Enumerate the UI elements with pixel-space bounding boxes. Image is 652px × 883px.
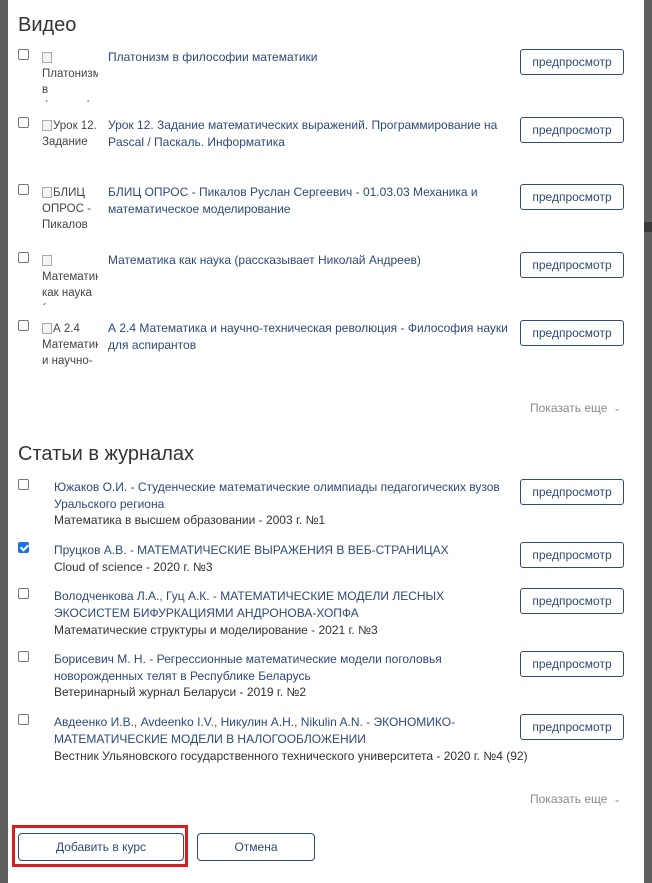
- video-title[interactable]: А 2.4 Математика и научно-техническая ре…: [108, 320, 513, 354]
- preview-button[interactable]: предпросмотр: [520, 184, 624, 210]
- video-thumbnail: Урок 12. Задание: [42, 118, 98, 170]
- video-checkbox[interactable]: [18, 252, 29, 263]
- chevron-down-icon: ⌄: [613, 403, 621, 413]
- preview-button[interactable]: предпросмотр: [520, 651, 624, 677]
- video-title[interactable]: Платонизм в философии математики: [108, 49, 513, 66]
- preview-button[interactable]: предпросмотр: [520, 714, 624, 740]
- preview-button[interactable]: предпросмотр: [520, 252, 624, 278]
- video-show-more[interactable]: Показать еще ⌄: [530, 401, 621, 415]
- article-checkbox[interactable]: [18, 651, 29, 662]
- broken-image-icon: [42, 52, 52, 63]
- article-source: Cloud of science - 2020 г. №3: [54, 560, 213, 574]
- article-title[interactable]: Борисевич М. Н. - Регрессионные математи…: [54, 651, 516, 685]
- video-checkbox[interactable]: [18, 184, 29, 195]
- broken-image-icon: [42, 187, 52, 198]
- article-checkbox[interactable]: [18, 588, 29, 599]
- article-source: Ветеринарный журнал Беларуси - 2019 г. №…: [54, 685, 307, 699]
- article-title[interactable]: Пруцков А.В. - МАТЕМАТИЧЕСКИЕ ВЫРАЖЕНИЯ …: [54, 542, 516, 559]
- thumbnail-alt-text: Платонизм в философии: [42, 68, 98, 102]
- show-more-label: Показать еще: [530, 792, 608, 806]
- broken-image-icon: [42, 323, 52, 334]
- show-more-label: Показать еще: [530, 401, 608, 415]
- broken-image-icon: [42, 120, 52, 131]
- add-materials-modal: Видео Платонизм в философии Платонизм в …: [8, 0, 644, 883]
- preview-button[interactable]: предпросмотр: [520, 320, 624, 346]
- thumbnail-alt-text: Математика как наука (рассказы: [42, 271, 98, 305]
- add-to-course-button[interactable]: Добавить в курс: [18, 833, 184, 861]
- articles-show-more[interactable]: Показать еще ⌄: [530, 792, 621, 806]
- video-thumbnail: А 2.4 Математика и научно-: [42, 321, 98, 373]
- article-title[interactable]: Авдеенко И.В., Avdeenko I.V., Никулин А.…: [54, 714, 516, 748]
- video-title[interactable]: Урок 12. Задание математических выражени…: [108, 117, 513, 151]
- article-source: Математические структуры и моделирование…: [54, 623, 378, 637]
- video-checkbox[interactable]: [18, 49, 29, 60]
- video-title[interactable]: Математика как наука (рассказывает Никол…: [108, 252, 513, 269]
- background-divider: [644, 222, 652, 232]
- preview-button[interactable]: предпросмотр: [520, 542, 624, 568]
- preview-button[interactable]: предпросмотр: [520, 49, 624, 75]
- preview-button[interactable]: предпросмотр: [520, 479, 624, 505]
- article-title[interactable]: Володченкова Л.А., Гуц А.К. - МАТЕМАТИЧЕ…: [54, 588, 516, 622]
- article-checkbox[interactable]: [18, 542, 29, 553]
- article-source: Вестник Ульяновского государственного те…: [54, 749, 528, 763]
- cancel-button[interactable]: Отмена: [197, 833, 315, 861]
- video-thumbnail: Математика как наука (рассказы: [42, 253, 98, 305]
- preview-button[interactable]: предпросмотр: [520, 117, 624, 143]
- article-title[interactable]: Южаков О.И. - Студенческие математически…: [54, 479, 516, 513]
- video-thumbnail: Платонизм в философии: [42, 50, 98, 102]
- video-section-title: Видео: [18, 14, 77, 36]
- video-checkbox[interactable]: [18, 320, 29, 331]
- broken-image-icon: [42, 255, 52, 266]
- video-checkbox[interactable]: [18, 117, 29, 128]
- article-source: Математика в высшем образовании - 2003 г…: [54, 513, 326, 527]
- video-thumbnail: БЛИЦ ОПРОС - Пикалов: [42, 185, 98, 237]
- articles-section-title: Статьи в журналах: [18, 443, 195, 465]
- chevron-down-icon: ⌄: [613, 794, 621, 804]
- article-checkbox[interactable]: [18, 479, 29, 490]
- video-title[interactable]: БЛИЦ ОПРОС - Пикалов Руслан Сергеевич - …: [108, 184, 513, 218]
- article-checkbox[interactable]: [18, 714, 29, 725]
- preview-button[interactable]: предпросмотр: [520, 588, 624, 614]
